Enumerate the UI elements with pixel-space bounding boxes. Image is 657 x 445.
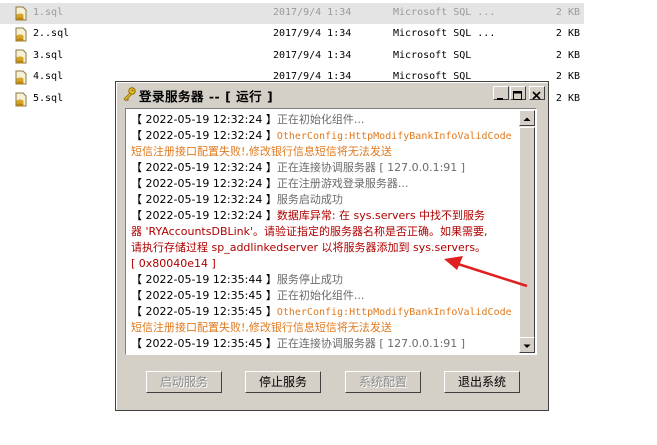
log-message: 短信注册接口配置失败!,修改银行信息短信将无法发送 — [131, 321, 392, 334]
login-server-window: 登录服务器 -- [ 运行 ] 【 2022-05-19 12:32:24 】正… — [115, 81, 549, 411]
close-button[interactable] — [529, 86, 545, 100]
sql-file-icon — [15, 92, 27, 107]
arrow-down-icon — [523, 344, 531, 348]
stop-service-button[interactable]: 停止服务 — [245, 371, 321, 393]
exit-system-button[interactable]: 退出系统 — [444, 371, 520, 393]
file-type: Microsoft SQL ... — [393, 28, 496, 39]
sql-file-icon — [15, 49, 27, 64]
log-timestamp: 【 2022-05-19 12:35:45 】 — [131, 289, 277, 302]
log-line: 【 2022-05-19 12:35:44 】服务停止成功 — [131, 272, 343, 288]
log-line: 器 'RYAccountsDBLink'。请验证指定的服务器名称是否正确。如果需… — [131, 224, 488, 240]
file-name: 3.sql — [33, 50, 64, 61]
file-name: 2..sql — [33, 28, 70, 39]
log-message: 正在注册游戏登录服务器... — [276, 177, 409, 190]
log-timestamp: 【 2022-05-19 12:32:24 】 — [131, 113, 277, 126]
log-line: 【 2022-05-19 12:32:24 】数据库异常: 在 sys.serv… — [131, 208, 485, 224]
start-service-button[interactable]: 启动服务 — [146, 371, 222, 393]
log-timestamp: 【 2022-05-19 12:32:24 】 — [131, 129, 277, 142]
log-line: 【 2022-05-19 12:32:24 】正在连接协调服务器 [ 127.0… — [131, 160, 465, 176]
log-line: 【 2022-05-19 12:35:45 】正在注册游戏登录服务器 — [131, 352, 398, 353]
maximize-icon — [513, 91, 522, 100]
log-message: 请执行存储过程 sp_addlinkedserver 以将服务器添加到 sys.… — [131, 241, 487, 254]
log-content: 【 2022-05-19 12:32:24 】正在初始化组件... 【 2022-… — [127, 110, 519, 353]
title-bar[interactable]: 登录服务器 -- [ 运行 ] — [118, 84, 546, 104]
log-line: 【 2022-05-19 12:35:45 】正在初始化组件... — [131, 288, 364, 304]
file-name: 4.sql — [33, 71, 64, 82]
log-line: 【 2022-05-19 12:35:45 】正在连接协调服务器 [ 127.0… — [131, 336, 465, 352]
log-message: 器 'RYAccountsDBLink'。请验证指定的服务器名称是否正确。如果需… — [131, 225, 488, 238]
file-row[interactable]: 2..sql 2017/9/4 1:34 Microsoft SQL ... 2… — [0, 24, 584, 45]
key-icon — [123, 87, 136, 102]
log-message: 服务启动成功 — [276, 193, 343, 206]
close-icon — [532, 91, 541, 100]
log-message: 短信注册接口配置失败!,修改银行信息短信将无法发送 — [131, 145, 392, 158]
file-row[interactable]: 1.sql 2017/9/4 1:34 Microsoft SQL ... 2 … — [0, 3, 584, 24]
log-line: 【 2022-05-19 12:32:24 】正在初始化组件... — [131, 112, 364, 128]
log-timestamp: 【 2022-05-19 12:32:24 】 — [131, 209, 277, 222]
file-name: 5.sql — [33, 93, 64, 104]
scroll-down-button[interactable] — [519, 337, 535, 353]
log-line: 短信注册接口配置失败!,修改银行信息短信将无法发送 — [131, 144, 392, 160]
log-timestamp: 【 2022-05-19 12:32:24 】 — [131, 161, 277, 174]
log-message: OtherConfig:HttpModifyBankInfoValidCode — [276, 131, 512, 142]
scroll-up-button[interactable] — [519, 110, 535, 126]
file-type: Microsoft SQL ... — [393, 7, 496, 18]
log-message: 正在连接协调服务器 [ 127.0.0.1:91 ] — [276, 161, 466, 174]
sql-file-icon — [15, 27, 27, 42]
log-message: 服务停止成功 — [276, 273, 343, 286]
log-output[interactable]: 【 2022-05-19 12:32:24 】正在初始化组件... 【 2022-… — [125, 108, 537, 355]
log-message: 正在初始化组件... — [276, 289, 365, 302]
log-line: [ 0x80040e14 ] — [131, 256, 216, 272]
log-timestamp: 【 2022-05-19 12:35:44 】 — [131, 273, 277, 286]
maximize-button[interactable] — [510, 86, 526, 100]
log-message: 数据库异常: 在 sys.servers 中找不到服务 — [276, 209, 486, 222]
file-date: 2017/9/4 1:34 — [273, 7, 352, 18]
log-line: 【 2022-05-19 12:35:45 】OtherConfig:HttpM… — [131, 304, 512, 320]
file-row[interactable]: 3.sql 2017/9/4 1:34 Microsoft SQL 2 KB — [0, 46, 584, 67]
log-line: 【 2022-05-19 12:32:24 】正在注册游戏登录服务器... — [131, 176, 408, 192]
scroll-thumb[interactable] — [519, 127, 535, 339]
log-message: 正在初始化组件... — [276, 113, 365, 126]
log-message: 正在连接协调服务器 [ 127.0.0.1:91 ] — [276, 337, 466, 350]
sql-file-icon — [15, 70, 27, 85]
sql-file-icon — [15, 6, 27, 21]
arrow-up-icon — [523, 117, 531, 121]
log-message: [ 0x80040e14 ] — [131, 257, 216, 270]
minimize-button[interactable] — [493, 86, 509, 100]
file-date: 2017/9/4 1:34 — [273, 28, 352, 39]
system-config-button[interactable]: 系统配置 — [345, 371, 421, 393]
log-scrollbar[interactable] — [519, 110, 535, 353]
file-type: Microsoft SQL — [393, 50, 472, 61]
log-timestamp: 【 2022-05-19 12:32:24 】 — [131, 177, 277, 190]
minimize-icon — [497, 98, 503, 100]
file-size: 2 KB — [555, 50, 580, 61]
log-line: 【 2022-05-19 12:32:24 】OtherConfig:HttpM… — [131, 128, 512, 144]
log-timestamp: 【 2022-05-19 12:35:45 】 — [131, 305, 277, 318]
log-timestamp: 【 2022-05-19 12:35:45 】 — [131, 337, 277, 350]
log-line: 【 2022-05-19 12:32:24 】服务启动成功 — [131, 192, 343, 208]
log-timestamp: 【 2022-05-19 12:32:24 】 — [131, 193, 277, 206]
log-line: 短信注册接口配置失败!,修改银行信息短信将无法发送 — [131, 320, 392, 336]
log-message: OtherConfig:HttpModifyBankInfoValidCode — [276, 307, 512, 318]
file-name: 1.sql — [33, 7, 64, 18]
file-size: 2 KB — [555, 28, 580, 39]
window-title: 登录服务器 -- [ 运行 ] — [139, 89, 274, 104]
file-date: 2017/9/4 1:34 — [273, 50, 352, 61]
log-line: 请执行存储过程 sp_addlinkedserver 以将服务器添加到 sys.… — [131, 240, 486, 256]
file-size: 2 KB — [555, 7, 580, 18]
